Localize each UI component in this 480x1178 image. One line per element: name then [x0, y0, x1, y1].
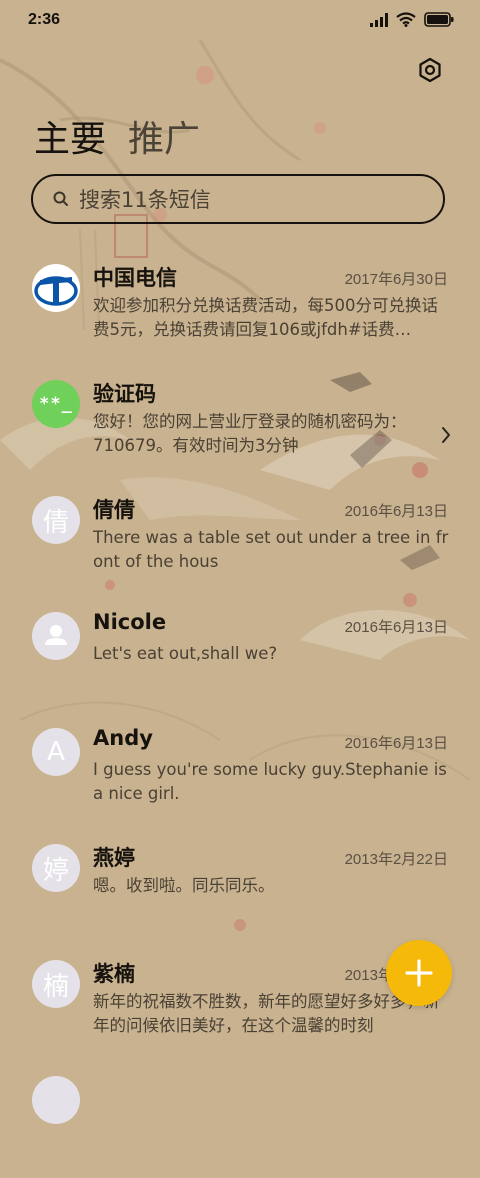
search-icon: [53, 191, 68, 206]
tab-primary[interactable]: 主要: [34, 110, 106, 162]
conversation-item-partial[interactable]: [0, 1062, 480, 1178]
tab-promotions[interactable]: 推广: [128, 110, 200, 162]
conversation-item[interactable]: A Andy 2016年6月13日 I guess you're some lu…: [0, 714, 480, 830]
message-preview: Let's eat out,shall we?: [93, 644, 278, 663]
message-preview: 嗯。收到啦。同乐同乐。: [93, 876, 275, 895]
message-tabs: 主要 推广: [34, 110, 200, 162]
conversation-item[interactable]: **_ 验证码 您好！您的网上营业厅登录的随机密码为：710679。有效时间为3…: [0, 366, 480, 482]
battery-icon: [424, 12, 454, 27]
contact-name: 燕婷: [93, 846, 135, 870]
china-telecom-logo-icon: [32, 264, 80, 312]
conversation-item[interactable]: 中国电信 2017年6月30日 欢迎参加积分兑换话费活动，每500分可兑换话费5…: [0, 250, 480, 366]
message-date: 2016年6月13日: [344, 619, 448, 636]
contact-name: 紫楠: [93, 962, 135, 986]
search-input[interactable]: [79, 186, 419, 214]
avatar-letter: A: [47, 737, 65, 767]
message-preview: 欢迎参加积分兑换话费活动，每500分可兑换话费5元，兑换话费请回复106或jfd…: [93, 296, 438, 339]
avatar: 倩: [32, 496, 80, 544]
contact-name: Nicole: [93, 610, 167, 634]
message-preview: There was a table set out under a tree i…: [93, 528, 449, 571]
new-message-button[interactable]: [386, 940, 452, 1006]
avatar-letter: 楠: [42, 971, 69, 1002]
avatar: [32, 612, 80, 660]
conversation-list: 中国电信 2017年6月30日 欢迎参加积分兑换话费活动，每500分可兑换话费5…: [0, 250, 480, 1178]
contact-name: 验证码: [93, 382, 156, 406]
message-date: 2016年6月13日: [344, 735, 448, 752]
status-icons: [370, 12, 454, 27]
avatar-letter: 倩: [42, 507, 69, 538]
message-date: 2016年6月13日: [344, 503, 448, 520]
status-bar: 2:36: [0, 0, 480, 40]
avatar: [32, 1076, 80, 1124]
conversation-item[interactable]: 婷 燕婷 2013年2月22日 嗯。收到啦。同乐同乐。: [0, 830, 480, 946]
avatar: 楠: [32, 960, 80, 1008]
settings-icon: [419, 57, 441, 83]
plus-icon: [405, 959, 433, 987]
message-date: 2013年2月22日: [344, 851, 448, 868]
avatar: 婷: [32, 844, 80, 892]
contact-name: 中国电信: [93, 266, 177, 290]
settings-button[interactable]: [416, 56, 444, 84]
status-time: 2:36: [28, 11, 61, 28]
message-preview: I guess you're some lucky guy.Stephanie …: [93, 760, 447, 803]
wifi-icon: [396, 12, 416, 27]
contact-name: 倩倩: [93, 498, 135, 522]
search-bar[interactable]: [31, 174, 445, 224]
avatar-letter: 婷: [42, 855, 69, 886]
conversation-item[interactable]: 倩 倩倩 2016年6月13日 There was a table set ou…: [0, 482, 480, 598]
contact-name: Andy: [93, 726, 153, 750]
message-date: 2017年6月30日: [344, 271, 448, 288]
conversation-item[interactable]: Nicole 2016年6月13日 Let's eat out,shall we…: [0, 598, 480, 714]
person-icon: [45, 625, 67, 645]
verification-code-icon: **_: [39, 394, 73, 414]
chevron-right-icon[interactable]: [440, 426, 452, 444]
message-preview: 您好！您的网上营业厅登录的随机密码为：710679。有效时间为3分钟: [93, 412, 407, 455]
verification-code-avatar: **_: [32, 380, 80, 428]
avatar: A: [32, 728, 80, 776]
signal-icon: [370, 12, 388, 27]
